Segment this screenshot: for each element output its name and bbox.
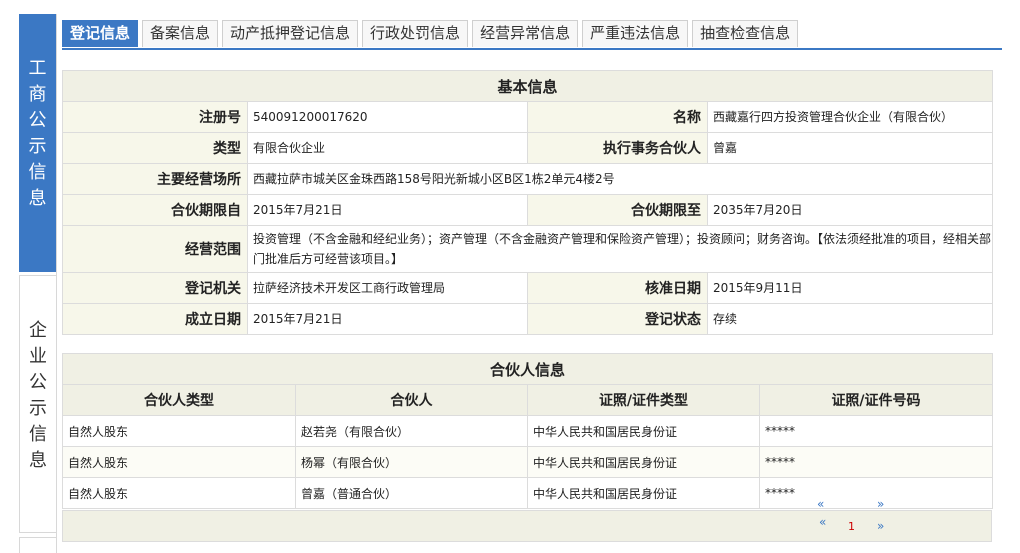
- partner-type: 自然人股东: [62, 477, 296, 509]
- founded-label: 成立日期: [62, 303, 248, 335]
- tab-serious-violation[interactable]: 严重违法信息: [582, 20, 689, 47]
- name-label: 名称: [527, 101, 708, 133]
- basic-info-title: 基本信息: [61, 70, 994, 102]
- tab-chattel-mortgage[interactable]: 动产抵押登记信息: [222, 20, 359, 47]
- status-label: 登记状态: [527, 303, 708, 335]
- id-number: *****: [758, 477, 994, 509]
- table-row: 自然人股东 赵若尧（有限合伙） 中华人民共和国居民身份证 *****: [62, 415, 994, 447]
- approve-date-value: 2015年9月11日: [706, 272, 994, 304]
- reg-no-value: 540091200017620: [247, 101, 528, 133]
- reg-no-label: 注册号: [62, 101, 248, 133]
- column-header: 合伙人类型: [62, 384, 296, 416]
- term-from-value: 2015年7月21日: [247, 194, 528, 226]
- pagination: « « 1 » »: [62, 497, 992, 542]
- side-tab-business-info[interactable]: 工商公示信息: [19, 14, 56, 272]
- tab-abnormal-operation[interactable]: 经营异常信息: [472, 20, 579, 47]
- tab-registration[interactable]: 登记信息: [62, 20, 139, 47]
- side-tab-stub: [19, 537, 56, 553]
- status-value: 存续: [706, 303, 994, 335]
- id-type: 中华人民共和国居民身份证: [527, 415, 760, 447]
- scope-label: 经营范围: [62, 225, 248, 273]
- column-header: 证照/证件号码: [758, 384, 994, 416]
- partner-type: 自然人股东: [62, 415, 296, 447]
- partner-name: 杨幂（有限合伙）: [295, 446, 528, 478]
- partners-table: 合伙人信息 合伙人类型 合伙人 证照/证件类型 证照/证件号码 自然人股东 赵若…: [61, 353, 994, 509]
- tab-bar: 登记信息 备案信息 动产抵押登记信息 行政处罚信息 经营异常信息 严重违法信息 …: [62, 20, 802, 50]
- last-page-link[interactable]: »: [877, 519, 884, 533]
- partner-name: 赵若尧（有限合伙）: [295, 415, 528, 447]
- approve-date-label: 核准日期: [527, 272, 708, 304]
- scope-value: 投资管理（不含金融和经纪业务）；资产管理（不含金融资产管理和保险资产管理）；投资…: [246, 225, 994, 273]
- tab-spot-check[interactable]: 抽查检查信息: [692, 20, 799, 47]
- id-number: *****: [758, 446, 994, 478]
- next-page-link[interactable]: »: [877, 497, 884, 511]
- partner-type: 自然人股东: [62, 446, 296, 478]
- page-number[interactable]: 1: [848, 520, 855, 533]
- content-divider: [56, 14, 57, 553]
- tab-administrative-penalty[interactable]: 行政处罚信息: [362, 20, 469, 47]
- term-to-value: 2035年7月20日: [706, 194, 994, 226]
- column-header: 证照/证件类型: [527, 384, 760, 416]
- basic-info-table: 基本信息 注册号 540091200017620 名称 西藏嘉行四方投资管理合伙…: [61, 70, 994, 335]
- managing-partner-value: 曾嘉: [706, 132, 994, 164]
- place-label: 主要经营场所: [62, 163, 248, 195]
- prev-page-link[interactable]: «: [819, 515, 826, 529]
- table-row: 自然人股东 曾嘉（普通合伙） 中华人民共和国居民身份证 *****: [62, 477, 994, 509]
- managing-partner-label: 执行事务合伙人: [527, 132, 708, 164]
- name-value: 西藏嘉行四方投资管理合伙企业（有限合伙）: [706, 101, 994, 133]
- authority-value: 拉萨经济技术开发区工商行政管理局: [247, 272, 528, 304]
- side-tab-label: 企业公示信息: [29, 320, 47, 471]
- tab-underline: [62, 48, 1002, 50]
- side-nav: 工商公示信息 企业公示信息: [19, 14, 56, 553]
- first-page-link[interactable]: «: [817, 497, 824, 511]
- tab-filing[interactable]: 备案信息: [142, 20, 219, 47]
- id-type: 中华人民共和国居民身份证: [527, 477, 760, 509]
- authority-label: 登记机关: [62, 272, 248, 304]
- table-row: 自然人股东 杨幂（有限合伙） 中华人民共和国居民身份证 *****: [62, 446, 994, 478]
- founded-value: 2015年7月21日: [247, 303, 528, 335]
- id-type: 中华人民共和国居民身份证: [527, 446, 760, 478]
- side-tab-enterprise-info[interactable]: 企业公示信息: [19, 275, 56, 533]
- term-to-label: 合伙期限至: [527, 194, 708, 226]
- term-from-label: 合伙期限自: [62, 194, 248, 226]
- type-label: 类型: [62, 132, 248, 164]
- partner-name: 曾嘉（普通合伙）: [295, 477, 528, 509]
- type-value: 有限合伙企业: [247, 132, 528, 164]
- side-tab-label: 工商公示信息: [28, 58, 47, 209]
- column-header: 合伙人: [295, 384, 528, 416]
- partners-title: 合伙人信息: [61, 353, 994, 385]
- id-number: *****: [758, 415, 994, 447]
- place-value: 西藏拉萨市城关区金珠西路158号阳光新城小区B区1栋2单元4楼2号: [246, 163, 994, 195]
